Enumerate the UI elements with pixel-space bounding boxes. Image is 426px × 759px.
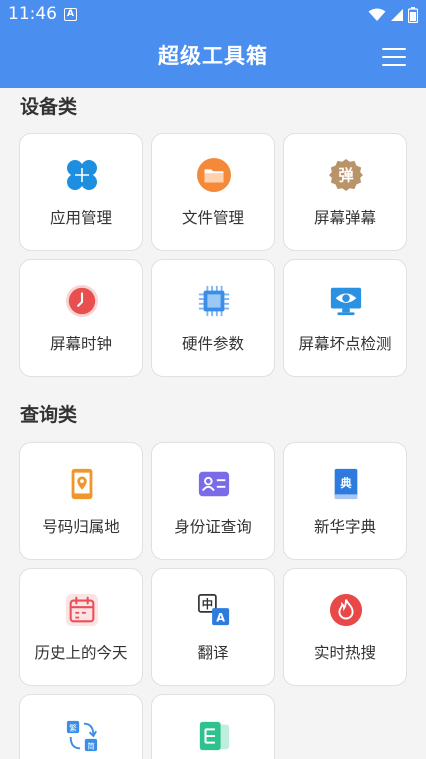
- tool-label: 屏幕坏点检测: [298, 335, 392, 353]
- tool-card-xinhua-dictionary[interactable]: 典 新华字典: [283, 442, 407, 560]
- tool-label: 历史上的今天: [34, 644, 128, 662]
- tool-label: 身份证查询: [174, 518, 252, 536]
- section-title-devices: 设备类: [20, 96, 78, 118]
- tool-card-id-card-query[interactable]: 身份证查询: [151, 442, 275, 560]
- hamburger-menu-icon[interactable]: [382, 48, 406, 68]
- tool-label: 实时热搜: [313, 644, 376, 662]
- signal-icon: [391, 9, 403, 21]
- tool-label: 翻译: [197, 644, 229, 662]
- tool-label: 文件管理: [181, 209, 244, 227]
- battery-icon: [408, 7, 418, 23]
- tool-card-screen-danmaku[interactable]: 弹 屏幕弹幕: [283, 133, 407, 251]
- tool-label: 屏幕时钟: [49, 335, 112, 353]
- tool-card-hot-search[interactable]: 实时热搜: [283, 568, 407, 686]
- page-title: 超级工具箱: [158, 44, 268, 68]
- phone-location-icon: [65, 467, 99, 501]
- tool-card-convert[interactable]: 繁 简: [19, 694, 143, 759]
- status-time: 11:46: [8, 4, 57, 24]
- svg-text:弹: 弹: [338, 167, 353, 185]
- system-icons: [368, 5, 418, 25]
- apps-clover-icon: [65, 158, 99, 192]
- flame-icon: [329, 593, 363, 627]
- folder-icon: [197, 158, 231, 192]
- tool-card-file-manager[interactable]: 文件管理: [151, 133, 275, 251]
- app-header: 11:46 A 超级工具箱: [0, 0, 426, 88]
- svg-text:繁: 繁: [69, 722, 77, 732]
- tool-label: 新华字典: [313, 518, 376, 536]
- section-title-queries: 查询类: [20, 404, 78, 426]
- id-card-icon: [197, 467, 231, 501]
- document-green-icon: [197, 719, 231, 753]
- svg-text:A: A: [216, 610, 225, 624]
- svg-text:典: 典: [340, 476, 352, 490]
- status-bar: 11:46 A: [0, 0, 426, 30]
- wifi-icon: [368, 8, 386, 21]
- danmaku-badge-icon: 弹: [329, 158, 363, 192]
- clock-icon: [65, 284, 99, 318]
- tool-card-phone-location[interactable]: 号码归属地: [19, 442, 143, 560]
- svg-text:中: 中: [202, 597, 213, 611]
- tool-card-screen-clock[interactable]: 屏幕时钟: [19, 259, 143, 377]
- dictionary-book-icon: 典: [329, 467, 363, 501]
- tool-label: 应用管理: [49, 209, 112, 227]
- tool-card-document[interactable]: [151, 694, 275, 759]
- translate-icon: 中 A: [197, 593, 231, 627]
- notification-a-icon: A: [64, 8, 77, 21]
- convert-arrows-icon: 繁 简: [65, 719, 99, 753]
- tool-card-dead-pixel-test[interactable]: 屏幕坏点检测: [283, 259, 407, 377]
- tool-label: 号码归属地: [42, 518, 120, 536]
- tool-label: 屏幕弹幕: [313, 209, 376, 227]
- monitor-eye-icon: [329, 284, 363, 318]
- tool-label: 硬件参数: [181, 335, 244, 353]
- tool-card-translate[interactable]: 中 A 翻译: [151, 568, 275, 686]
- svg-text:简: 简: [87, 740, 95, 750]
- chip-icon: [197, 284, 231, 318]
- tool-card-hardware-params[interactable]: 硬件参数: [151, 259, 275, 377]
- tool-card-history-today[interactable]: 历史上的今天: [19, 568, 143, 686]
- calendar-icon: [65, 593, 99, 627]
- tool-card-app-manager[interactable]: 应用管理: [19, 133, 143, 251]
